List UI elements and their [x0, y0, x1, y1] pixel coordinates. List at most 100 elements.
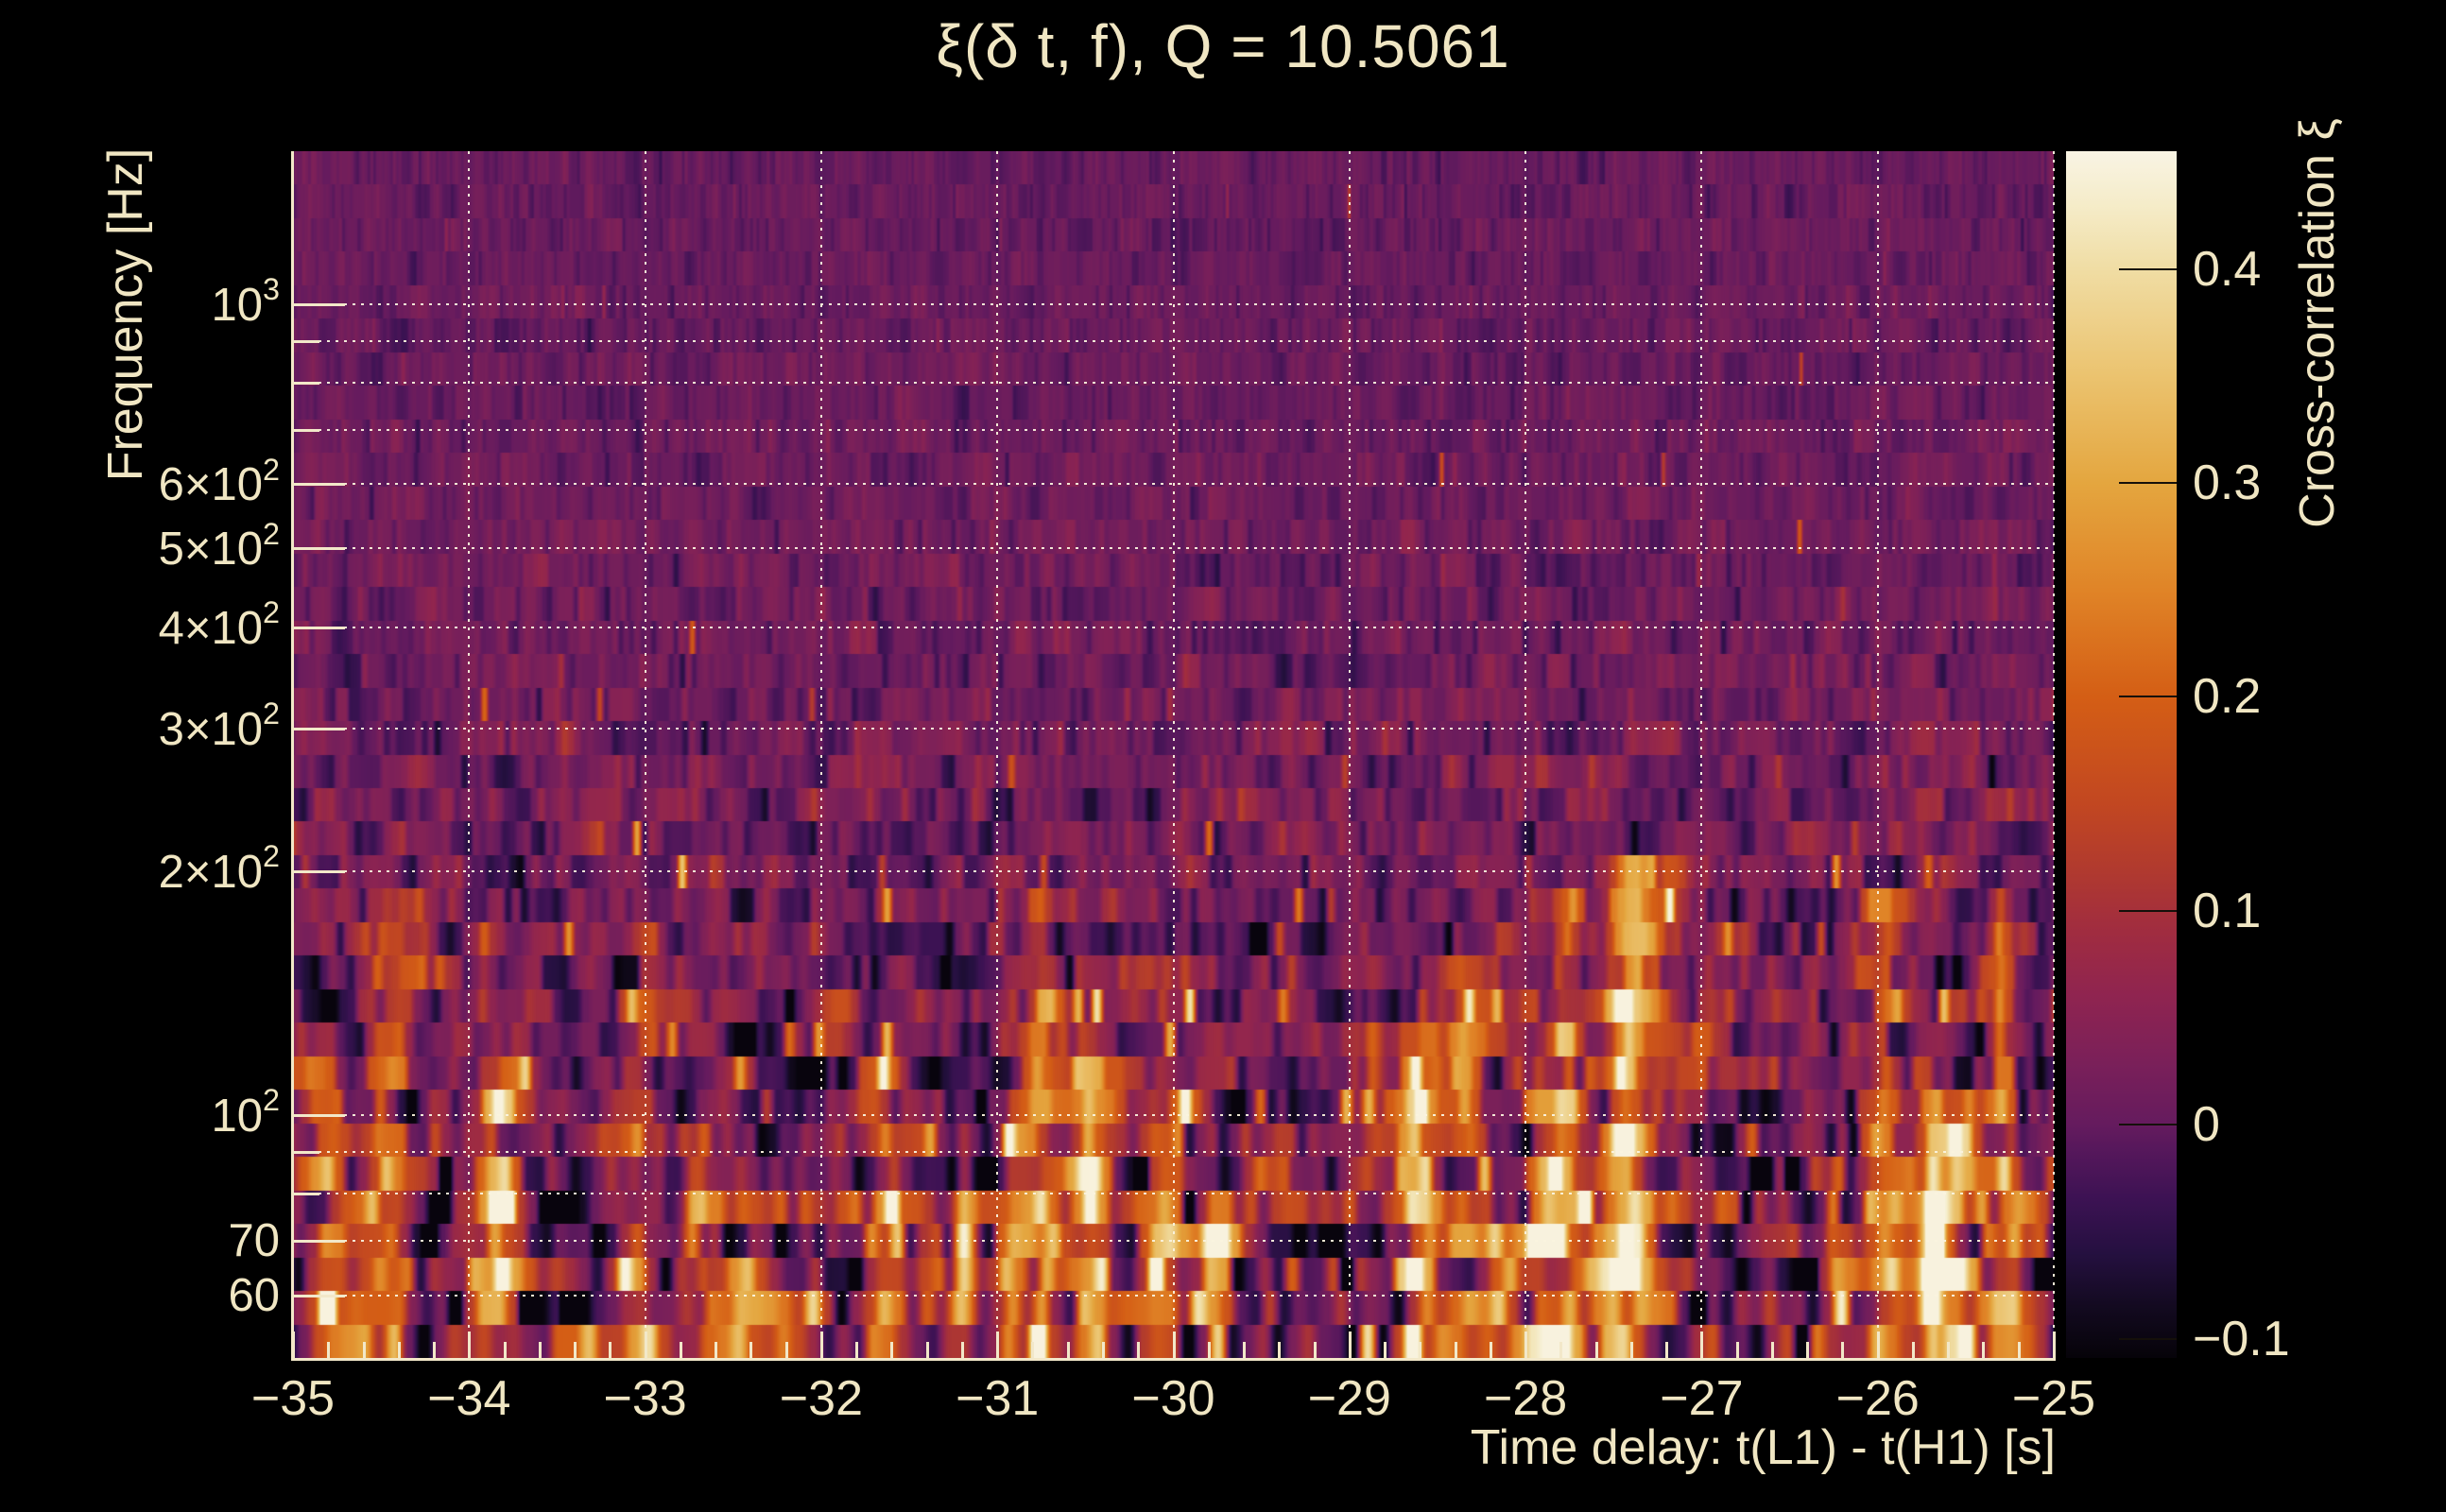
- x-minor-tick: [784, 1342, 788, 1358]
- x-minor-tick: [1419, 1342, 1422, 1358]
- x-tick-label: −26: [1835, 1371, 1920, 1426]
- colorbar-tick-label: 0.4: [2193, 241, 2262, 297]
- x-axis-title: Time delay: t(L1) - t(H1) [s]: [1470, 1420, 2056, 1475]
- y-tick-label-base: 10: [211, 280, 264, 332]
- x-minor-tick: [538, 1342, 542, 1358]
- axis-ticks-layer: [292, 151, 2056, 1358]
- colorbar-tick-label: 0.1: [2193, 883, 2262, 938]
- x-minor-tick: [925, 1342, 929, 1358]
- y-tick-label-exponent: 2: [263, 1083, 280, 1118]
- x-tick-label: −33: [603, 1371, 687, 1426]
- x-axis-line: [291, 1358, 2056, 1361]
- x-major-tick: [1348, 1332, 1352, 1358]
- colorbar-tick-label: 0.2: [2193, 669, 2262, 725]
- x-tick-label: −27: [1660, 1371, 1744, 1426]
- y-tick-label-exponent: 2: [263, 594, 280, 629]
- y-minor-tick: [293, 429, 319, 433]
- x-minor-tick: [1137, 1342, 1141, 1358]
- x-major-tick: [996, 1332, 1000, 1358]
- plot-area: [292, 151, 2056, 1358]
- x-minor-tick: [1243, 1342, 1247, 1358]
- x-minor-tick: [1665, 1342, 1669, 1358]
- x-minor-tick: [1278, 1342, 1282, 1358]
- x-minor-tick: [855, 1342, 859, 1358]
- qscan-figure: ξ(δ t, f), Q = 10.5061 Frequency [Hz] −3…: [0, 0, 2446, 1512]
- x-minor-tick: [1101, 1342, 1105, 1358]
- x-minor-tick: [1841, 1342, 1845, 1358]
- y-tick-label-base: 4×10: [158, 602, 264, 654]
- y-tick-label-exponent: 2: [263, 516, 280, 551]
- x-major-tick: [1700, 1332, 1704, 1358]
- x-minor-tick: [1911, 1342, 1915, 1358]
- x-minor-tick: [327, 1342, 331, 1358]
- x-major-tick: [1524, 1332, 1528, 1358]
- colorbar-ticks: [2066, 151, 2177, 1358]
- y-major-tick: [293, 303, 345, 307]
- x-minor-tick: [1629, 1342, 1633, 1358]
- x-minor-tick: [1031, 1342, 1035, 1358]
- y-tick-label: 4×102: [158, 595, 280, 654]
- x-minor-tick: [1947, 1342, 1951, 1358]
- colorbar-tick-mark: [2119, 481, 2177, 484]
- y-tick-label-base: 5×10: [158, 524, 264, 576]
- x-tick-label: −32: [779, 1371, 863, 1426]
- y-major-tick: [293, 483, 345, 487]
- y-major-tick: [293, 727, 345, 730]
- y-tick-label-base: 10: [211, 1091, 264, 1143]
- x-tick-label: −30: [1131, 1371, 1215, 1426]
- y-tick-label: 102: [211, 1083, 281, 1143]
- y-tick-label: 6×102: [158, 452, 280, 511]
- y-tick-label-base: 6×10: [158, 459, 264, 511]
- y-minor-tick: [293, 340, 319, 344]
- x-minor-tick: [1982, 1342, 1986, 1358]
- colorbar-tick-mark: [2119, 909, 2177, 912]
- y-tick-label-base: 60: [228, 1269, 280, 1321]
- y-tick-label: 70: [228, 1214, 280, 1267]
- x-tick-label: −35: [250, 1371, 336, 1426]
- plot-title: ξ(δ t, f), Q = 10.5061: [936, 12, 1510, 80]
- x-minor-tick: [1594, 1342, 1598, 1358]
- x-minor-tick: [609, 1342, 612, 1358]
- x-tick-label: −34: [427, 1371, 511, 1426]
- x-minor-tick: [679, 1342, 682, 1358]
- y-tick-label: 103: [211, 272, 281, 332]
- y-tick-label-base: 2×10: [158, 847, 264, 899]
- x-major-tick: [1172, 1332, 1176, 1358]
- x-minor-tick: [397, 1342, 401, 1358]
- y-tick-label: 60: [228, 1269, 280, 1322]
- x-minor-tick: [749, 1342, 753, 1358]
- x-minor-tick: [503, 1342, 507, 1358]
- x-minor-tick: [1454, 1342, 1457, 1358]
- colorbar-tick-mark: [2119, 1337, 2177, 1340]
- colorbar-tick-label: 0.3: [2193, 455, 2262, 510]
- y-minor-tick: [293, 1193, 319, 1196]
- x-major-tick: [644, 1332, 647, 1358]
- x-major-tick: [1876, 1332, 1880, 1358]
- x-minor-tick: [1207, 1342, 1211, 1358]
- y-tick-label-base: 3×10: [158, 703, 264, 755]
- x-minor-tick: [1066, 1342, 1070, 1358]
- x-minor-tick: [433, 1342, 437, 1358]
- y-tick-label: 2×102: [158, 839, 280, 899]
- colorbar-tick-mark: [2119, 696, 2177, 698]
- x-minor-tick: [1806, 1342, 1810, 1358]
- x-minor-tick: [1313, 1342, 1317, 1358]
- x-major-tick: [468, 1332, 472, 1358]
- colorbar-tick-label: 0: [2193, 1097, 2220, 1153]
- x-minor-tick: [1559, 1342, 1563, 1358]
- y-minor-tick: [293, 1151, 319, 1155]
- y-major-tick: [293, 869, 345, 873]
- x-minor-tick: [362, 1342, 366, 1358]
- y-tick-label-exponent: 2: [263, 838, 280, 873]
- y-major-tick: [293, 1294, 345, 1297]
- x-minor-tick: [1735, 1342, 1739, 1358]
- x-minor-tick: [1770, 1342, 1774, 1358]
- y-tick-label: 3×102: [158, 696, 280, 756]
- x-tick-label: −28: [1483, 1371, 1568, 1426]
- y-tick-label: 5×102: [158, 516, 280, 576]
- x-minor-tick: [1489, 1342, 1492, 1358]
- x-major-tick: [819, 1332, 823, 1358]
- y-tick-label-exponent: 3: [263, 272, 280, 307]
- x-minor-tick: [2017, 1342, 2021, 1358]
- y-major-tick: [293, 626, 345, 629]
